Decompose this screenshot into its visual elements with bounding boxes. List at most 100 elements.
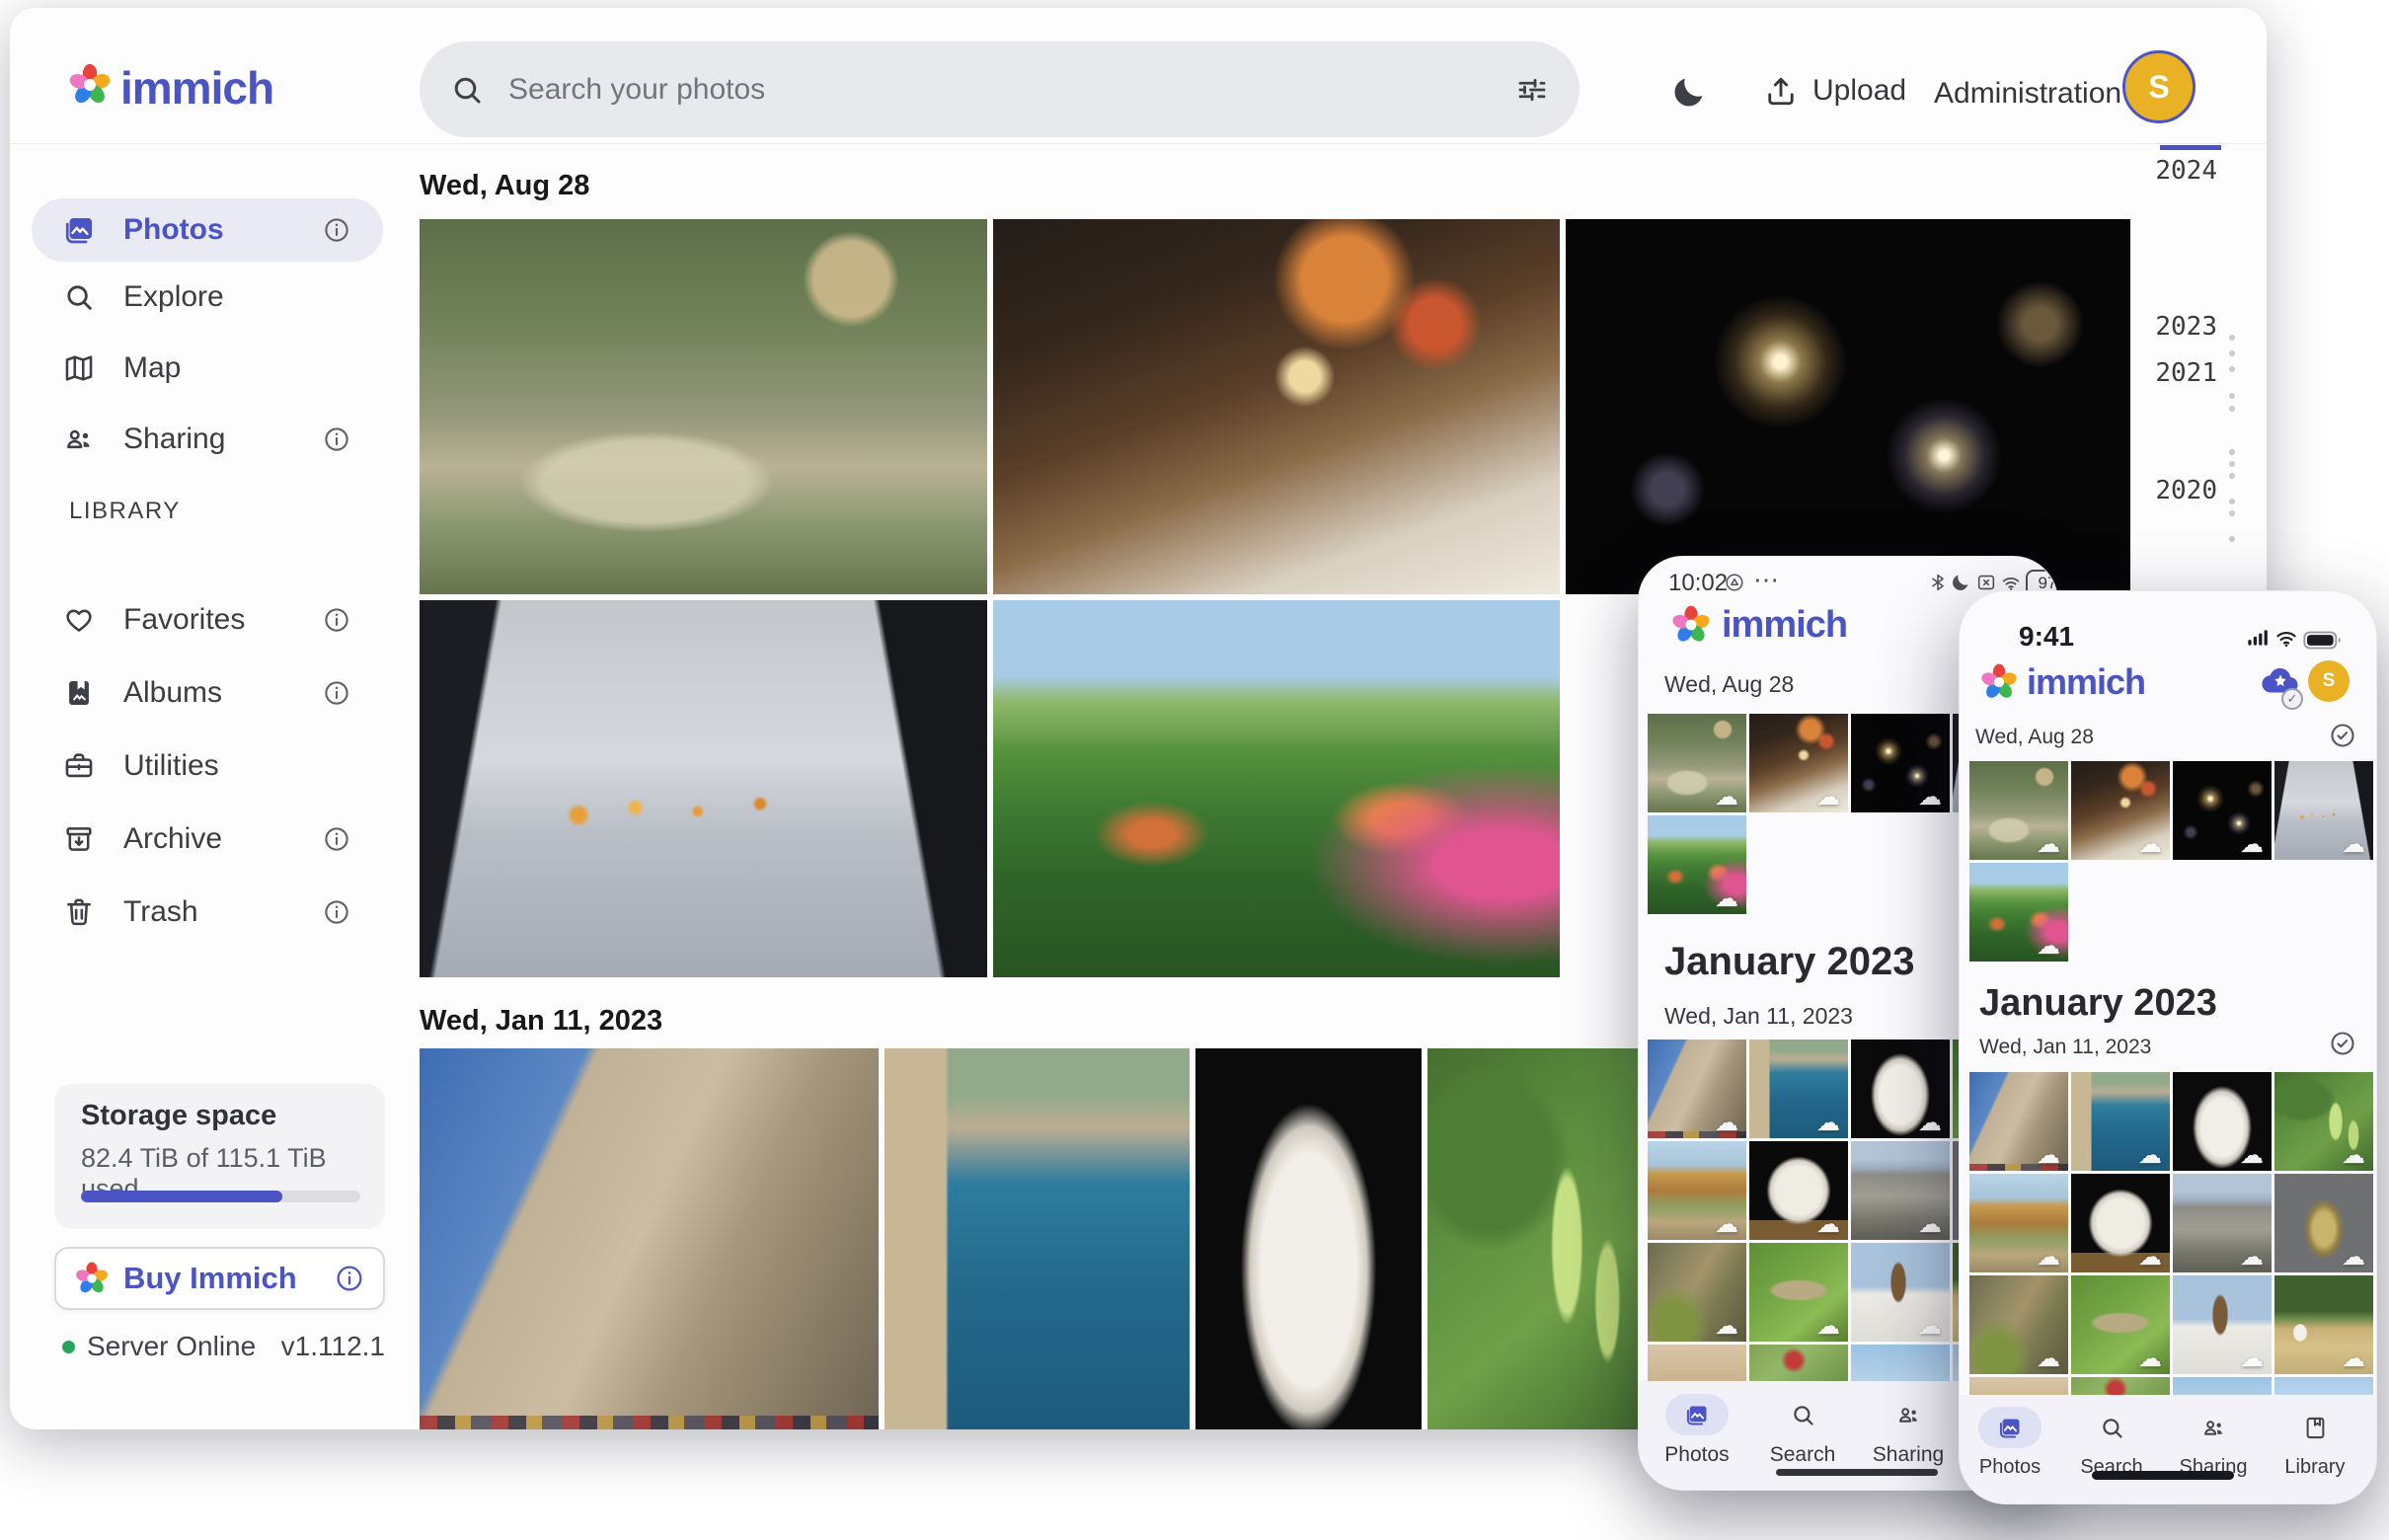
sidebar-item-utilities[interactable]: Utilities bbox=[32, 734, 383, 798]
timeline-position-indicator bbox=[2160, 145, 2221, 150]
select-check-icon[interactable] bbox=[2329, 722, 2356, 749]
thumb-snowy-church[interactable] bbox=[2173, 1275, 2272, 1374]
search-input[interactable] bbox=[506, 71, 1514, 108]
sharing-people-icon[interactable] bbox=[2200, 1415, 2227, 1441]
administration-link[interactable]: Administration bbox=[1934, 77, 2121, 111]
thumb-lizard[interactable] bbox=[1648, 1243, 1746, 1342]
timeline-year-2021[interactable]: 2021 bbox=[2128, 358, 2217, 388]
thumb-zoo-monkeys[interactable] bbox=[1648, 714, 1746, 812]
photo-flower-park[interactable] bbox=[993, 600, 1560, 977]
nav-item-search[interactable]: Search bbox=[1748, 1443, 1857, 1467]
thumb-cliff-beach[interactable] bbox=[1648, 1141, 1746, 1240]
heart-icon bbox=[62, 603, 96, 637]
storage-progress-fill bbox=[81, 1191, 282, 1202]
user-avatar[interactable]: S bbox=[2308, 660, 2350, 702]
thumb-marble-bust[interactable] bbox=[1851, 1040, 1950, 1138]
info-icon[interactable] bbox=[322, 897, 351, 927]
thumb-lizard-closeup[interactable] bbox=[2071, 1275, 2170, 1374]
backup-check-badge: ✓ bbox=[2281, 688, 2303, 710]
thumb-flower-park[interactable] bbox=[1969, 863, 2068, 962]
sidebar-item-explore[interactable]: Explore bbox=[32, 266, 383, 329]
sidebar-item-albums[interactable]: Albums bbox=[32, 661, 383, 725]
thumb-partial[interactable] bbox=[1851, 1345, 1950, 1384]
thumb-flower-park[interactable] bbox=[1648, 815, 1746, 914]
search-bar[interactable] bbox=[420, 41, 1580, 137]
thumb-lizard[interactable] bbox=[1969, 1275, 2068, 1374]
thumb-fortress-ruins[interactable] bbox=[2173, 1174, 2272, 1272]
search-filters-icon[interactable] bbox=[1514, 72, 1550, 108]
info-icon[interactable] bbox=[322, 678, 351, 708]
thumb-marble-bust[interactable] bbox=[2173, 1072, 2272, 1171]
upload-button[interactable]: Upload bbox=[1763, 73, 1906, 109]
photo-marble-bust[interactable] bbox=[1195, 1048, 1422, 1429]
nav-item-photos[interactable]: Photos bbox=[1643, 1443, 1751, 1467]
info-icon[interactable] bbox=[322, 605, 351, 635]
thumb-fireworks[interactable] bbox=[2173, 761, 2272, 860]
date-group-header: Wed, Jan 11, 2023 bbox=[1664, 1003, 1853, 1029]
photo-holding-hands[interactable] bbox=[420, 600, 987, 977]
photos-icon[interactable] bbox=[1684, 1402, 1711, 1428]
thumb-fireworks[interactable] bbox=[1851, 714, 1950, 812]
thumb-snowy-church[interactable] bbox=[1851, 1243, 1950, 1342]
info-icon[interactable] bbox=[322, 215, 351, 245]
thumb-cliff-beach[interactable] bbox=[1969, 1174, 2068, 1272]
photo-sea-grapes[interactable] bbox=[1427, 1048, 1653, 1429]
brand-wordmark: immich bbox=[2027, 661, 2146, 702]
buy-immich-button[interactable]: Buy Immich bbox=[54, 1247, 385, 1310]
nav-item-photos[interactable]: Photos bbox=[1960, 1456, 2064, 1479]
photo-zoo-monkeys[interactable] bbox=[420, 219, 987, 594]
sidebar-item-favorites[interactable]: Favorites bbox=[32, 588, 383, 652]
sidebar-item-map[interactable]: Map bbox=[32, 337, 383, 400]
immich-logo-icon bbox=[1670, 604, 1712, 646]
theme-toggle-moon-icon[interactable] bbox=[1669, 72, 1709, 112]
sharing-people-icon[interactable] bbox=[1895, 1402, 1922, 1428]
library-book-icon[interactable] bbox=[2302, 1415, 2329, 1441]
timeline-year-2024[interactable]: 2024 bbox=[2128, 156, 2217, 186]
search-icon bbox=[449, 72, 485, 108]
timeline-year-2023[interactable]: 2023 bbox=[2128, 312, 2217, 342]
month-header: January 2023 bbox=[1664, 940, 1915, 983]
thumb-stone-sculpture[interactable] bbox=[2071, 1174, 2170, 1272]
thumb-ornate-artifact[interactable] bbox=[2274, 1174, 2373, 1272]
brand-wordmark: immich bbox=[1722, 604, 1848, 646]
sidebar-item-trash[interactable]: Trash bbox=[32, 881, 383, 944]
thumb-mountain-farm[interactable] bbox=[2274, 1275, 2373, 1374]
thumb-autumn-dinner[interactable] bbox=[2071, 761, 2170, 860]
sidebar-item-photos[interactable]: Photos bbox=[32, 198, 383, 262]
archive-box-icon bbox=[62, 822, 96, 856]
search-icon[interactable] bbox=[1790, 1402, 1816, 1428]
thumb-sea-grapes[interactable] bbox=[2274, 1072, 2373, 1171]
nav-item-sharing[interactable]: Sharing bbox=[1854, 1443, 1963, 1467]
info-icon[interactable] bbox=[322, 424, 351, 454]
timeline-year-2020[interactable]: 2020 bbox=[2128, 476, 2217, 505]
nav-item-library[interactable]: Library bbox=[2261, 1456, 2369, 1479]
photo-fireworks[interactable] bbox=[1566, 219, 2130, 594]
thumb-harbor-bay[interactable] bbox=[2071, 1072, 2170, 1171]
photo-autumn-dinner[interactable] bbox=[993, 219, 1560, 594]
thumb-partial[interactable] bbox=[1749, 1345, 1848, 1384]
data-saver-icon bbox=[1724, 572, 1745, 593]
thumb-fortress-ruins[interactable] bbox=[1851, 1141, 1950, 1240]
thumb-holding-hands[interactable] bbox=[2274, 761, 2373, 860]
select-check-icon[interactable] bbox=[2329, 1030, 2356, 1057]
date-group-header: Wed, Aug 28 bbox=[1664, 671, 1795, 697]
thumb-castle-walls[interactable] bbox=[1648, 1040, 1746, 1138]
search-icon[interactable] bbox=[2099, 1415, 2125, 1441]
user-avatar[interactable]: S bbox=[2122, 50, 2196, 123]
thumb-lizard-closeup[interactable] bbox=[1749, 1243, 1848, 1342]
thumb-harbor-bay[interactable] bbox=[1749, 1040, 1848, 1138]
photo-castle-walls[interactable] bbox=[420, 1048, 879, 1429]
thumb-stone-sculpture[interactable] bbox=[1749, 1141, 1848, 1240]
wifi-icon bbox=[2273, 625, 2299, 651]
info-icon[interactable] bbox=[334, 1263, 365, 1294]
thumb-partial[interactable] bbox=[1648, 1345, 1746, 1384]
thumb-zoo-monkeys[interactable] bbox=[1969, 761, 2068, 860]
thumb-castle-walls[interactable] bbox=[1969, 1072, 2068, 1171]
info-icon[interactable] bbox=[322, 824, 351, 854]
photo-harbor-bay[interactable] bbox=[885, 1048, 1190, 1429]
sidebar-item-sharing[interactable]: Sharing bbox=[32, 408, 383, 471]
sidebar-item-archive[interactable]: Archive bbox=[32, 808, 383, 871]
storage-progress-track bbox=[81, 1191, 360, 1202]
photos-icon[interactable] bbox=[1997, 1415, 2024, 1441]
thumb-autumn-dinner[interactable] bbox=[1749, 714, 1848, 812]
